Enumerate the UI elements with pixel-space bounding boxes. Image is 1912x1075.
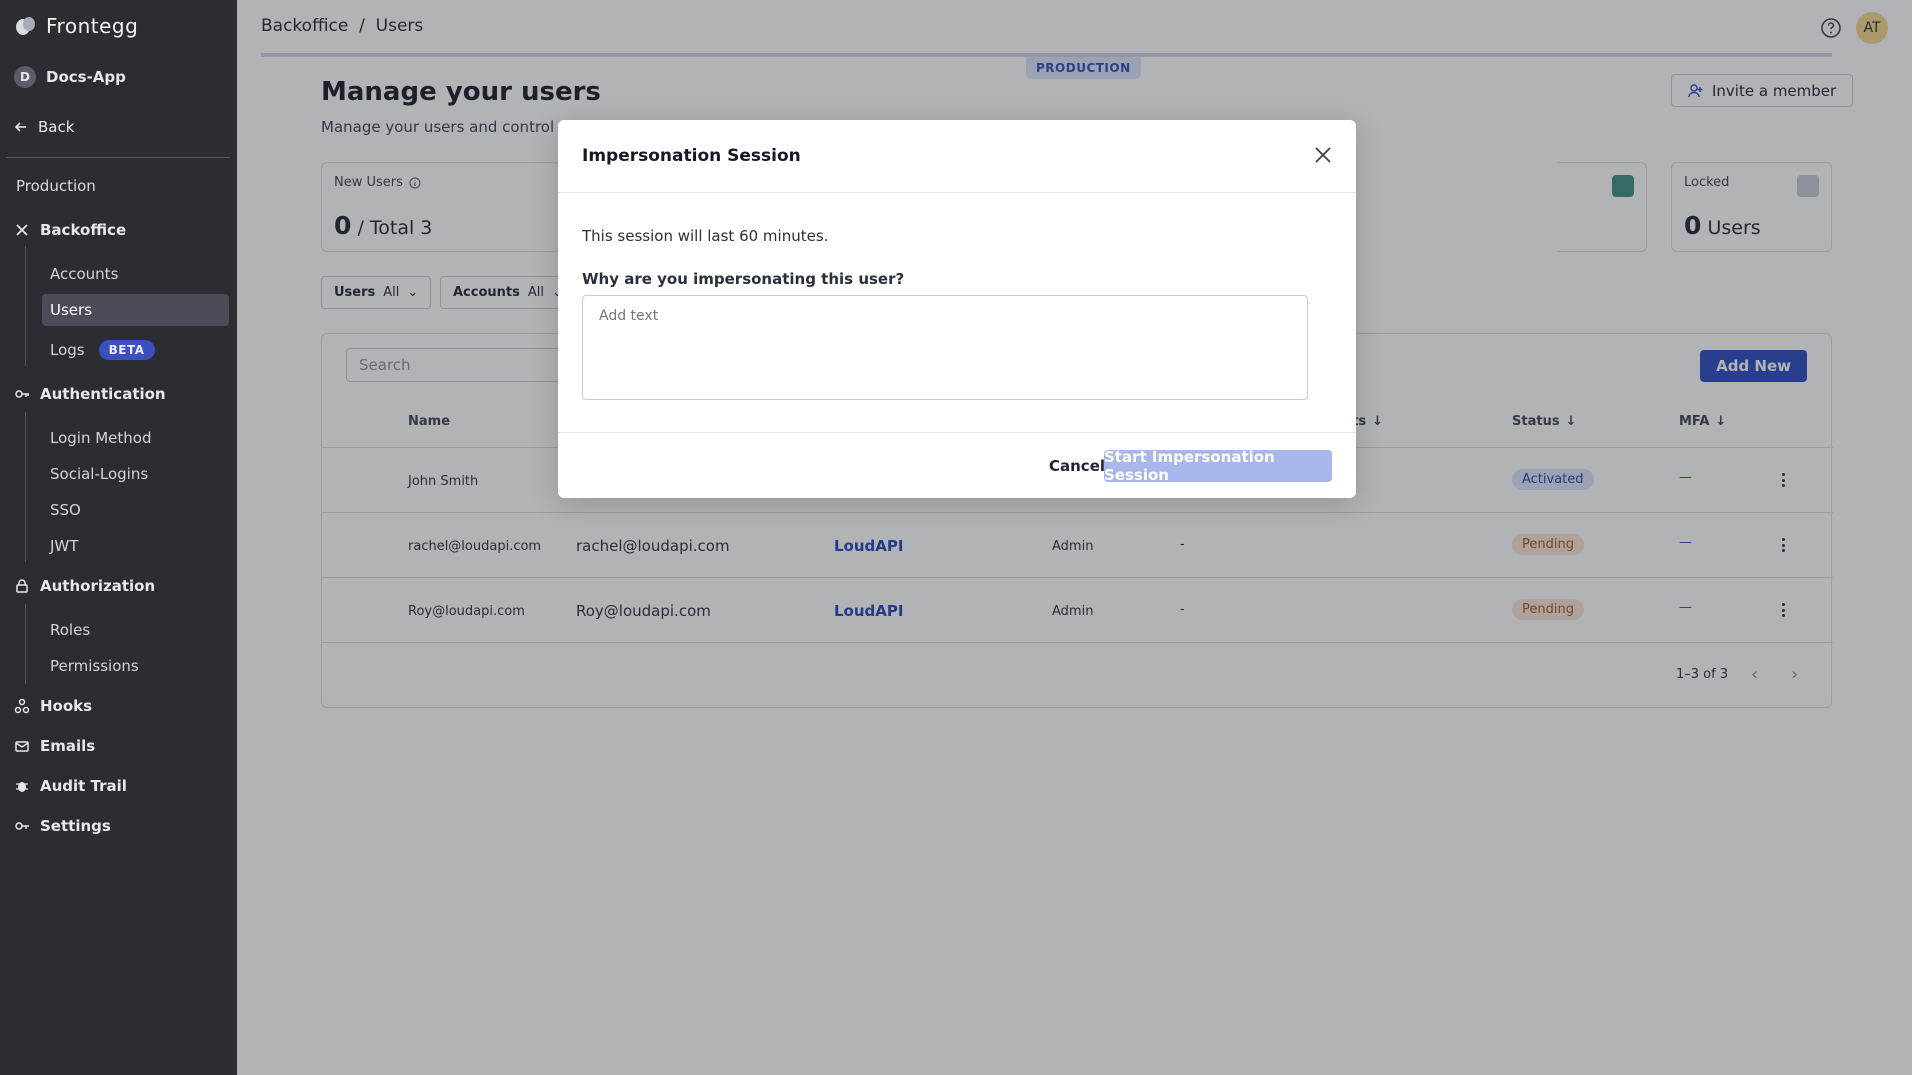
bug-icon [16, 782, 28, 792]
sidebar-group-label: Authentication [40, 385, 166, 403]
frontegg-logo-icon [16, 17, 35, 35]
sidebar-item-roles[interactable]: Roles [42, 614, 229, 646]
app-switcher[interactable]: D Docs-App [14, 66, 126, 88]
sidebar: Frontegg D Docs-App Back Production Back… [0, 0, 237, 1075]
sidebar-group-label: Settings [40, 817, 111, 835]
lock-icon [16, 579, 28, 593]
sidebar-guide [25, 412, 26, 562]
back-label: Back [38, 118, 75, 136]
app-name: Docs-App [46, 68, 126, 86]
mail-icon [15, 741, 29, 752]
sidebar-group-settings[interactable]: Settings [14, 817, 111, 835]
reason-textarea[interactable] [582, 295, 1308, 400]
settings-key-icon [15, 822, 29, 830]
beta-badge: BETA [98, 340, 155, 360]
reason-label: Why are you impersonating this user? [582, 270, 905, 288]
tools-icon [16, 224, 28, 236]
environment-label: Production [16, 177, 96, 195]
close-icon[interactable] [1314, 146, 1332, 164]
sidebar-divider [6, 157, 230, 158]
app-avatar: D [14, 66, 36, 88]
arrow-left-icon [14, 122, 26, 132]
sidebar-group-label: Audit Trail [40, 777, 127, 795]
sidebar-item-jwt[interactable]: JWT [42, 530, 229, 562]
sidebar-item-sso[interactable]: SSO [42, 494, 229, 526]
sidebar-item-users[interactable]: Users [42, 294, 229, 326]
brand-name: Frontegg [46, 14, 139, 38]
sidebar-guide [25, 246, 26, 366]
sidebar-group-backoffice[interactable]: Backoffice [14, 221, 126, 239]
sidebar-item-social-logins[interactable]: Social-Logins [42, 458, 229, 490]
impersonation-modal: Impersonation Session This session will … [558, 120, 1356, 498]
start-impersonation-button[interactable]: Start Impersonation Session [1104, 448, 1332, 484]
hooks-icon [14, 698, 30, 714]
sidebar-group-hooks[interactable]: Hooks [14, 697, 92, 715]
key-icon [15, 390, 29, 398]
sidebar-group-authorization[interactable]: Authorization [14, 577, 155, 595]
sidebar-item-login-method[interactable]: Login Method [42, 422, 229, 454]
modal-divider [558, 432, 1356, 433]
session-duration-note: This session will last 60 minutes. [582, 227, 829, 245]
sidebar-guide [25, 604, 26, 684]
sidebar-item-logs[interactable]: Logs BETA [42, 334, 229, 366]
sidebar-group-label: Backoffice [40, 221, 127, 239]
brand[interactable]: Frontegg [14, 14, 138, 38]
modal-divider [558, 192, 1356, 193]
sidebar-group-audit-trail[interactable]: Audit Trail [14, 777, 127, 795]
back-link[interactable]: Back [14, 118, 74, 136]
modal-title: Impersonation Session [582, 146, 801, 166]
sidebar-group-label: Emails [40, 737, 96, 755]
sidebar-group-emails[interactable]: Emails [14, 737, 95, 755]
sidebar-item-accounts[interactable]: Accounts [42, 258, 229, 290]
sidebar-item-label: Logs [50, 341, 85, 359]
sidebar-group-label: Hooks [40, 697, 93, 715]
sidebar-item-permissions[interactable]: Permissions [42, 650, 229, 682]
sidebar-group-label: Authorization [40, 577, 156, 595]
sidebar-group-authentication[interactable]: Authentication [14, 385, 166, 403]
